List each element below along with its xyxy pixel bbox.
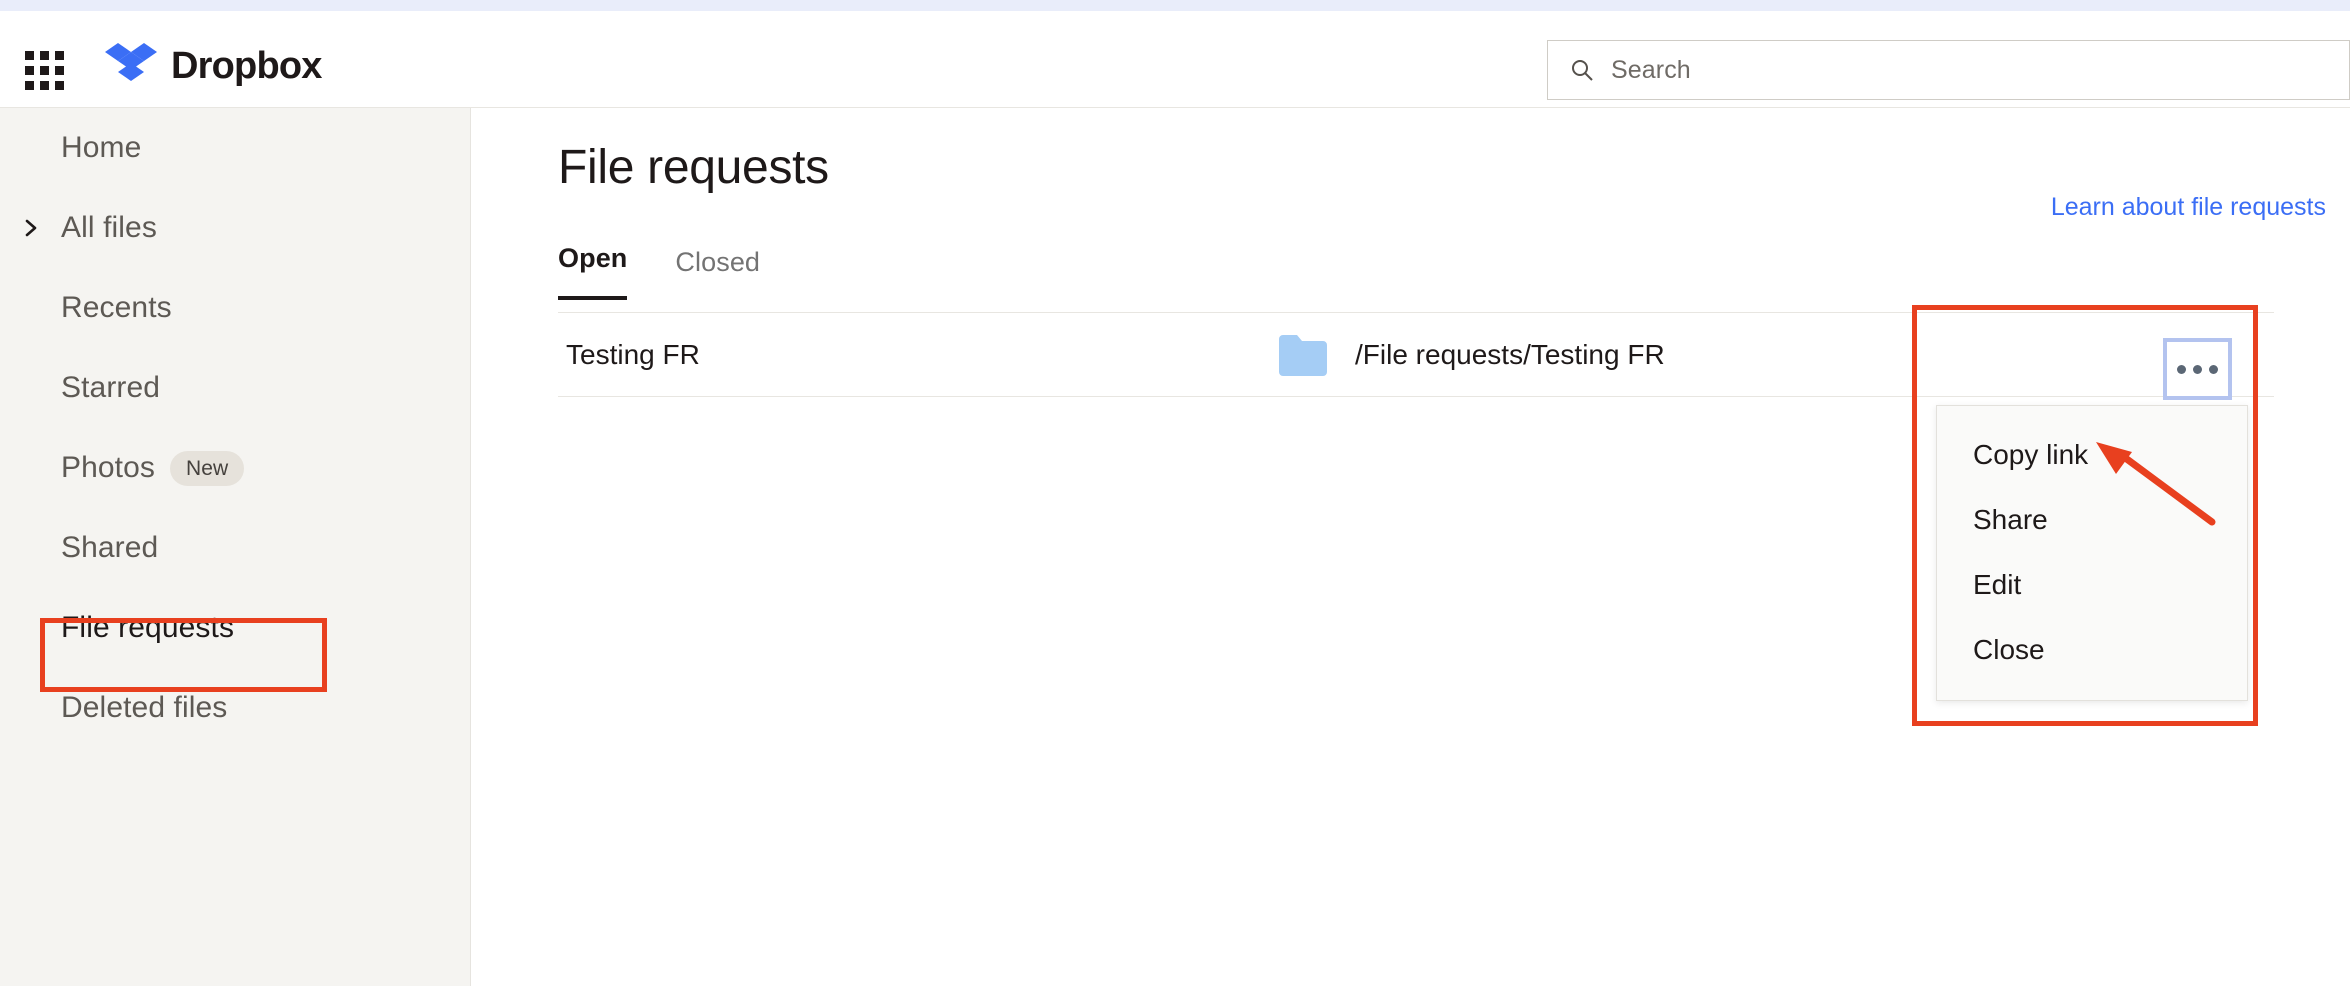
more-horizontal-icon [2209,364,2218,374]
sidebar-item-recents[interactable]: Recents [0,268,470,348]
menu-item-share[interactable]: Share [1937,487,2247,552]
sidebar-item-home[interactable]: Home [0,108,470,188]
more-horizontal-icon [2193,364,2202,374]
app-header: Dropbox Search [0,11,2350,108]
sidebar: Home All files Recents Starred Photos Ne… [0,108,471,986]
search-icon [1572,60,1593,81]
sidebar-item-label: File requests [61,611,235,644]
tab-bar: Open Closed [558,243,760,300]
sidebar-item-deleted-files[interactable]: Deleted files [0,668,470,748]
more-horizontal-icon [2177,364,2186,374]
dropbox-logo-icon [105,43,157,81]
apps-grid-icon[interactable] [25,51,65,91]
tab-open[interactable]: Open [558,243,628,300]
tab-closed[interactable]: Closed [675,247,760,300]
sidebar-item-label: Shared [61,531,159,564]
table-row[interactable]: Testing FR /File requests/Testing FR 1 S… [558,313,2274,397]
learn-about-file-requests-link[interactable]: Learn about file requests [2051,193,2326,222]
menu-item-edit[interactable]: Edit [1937,552,2247,617]
folder-icon [1279,334,1327,376]
sidebar-item-shared[interactable]: Shared [0,508,470,588]
dropbox-wordmark: Dropbox [171,45,322,87]
sidebar-item-label: Home [61,131,142,164]
row-more-options-button[interactable] [2163,338,2232,400]
page-title: File requests [558,141,829,194]
top-accent-strip [0,0,2350,11]
menu-item-copy-link[interactable]: Copy link [1937,422,2247,487]
menu-item-close[interactable]: Close [1937,617,2247,682]
sidebar-item-label: Recents [61,291,172,324]
sidebar-item-label: Deleted files [61,691,228,724]
sidebar-item-label: Photos [61,451,155,484]
submitters-stat: 1 Submitter [2345,324,2350,385]
submitters-count: 1 [2345,324,2350,355]
search-placeholder: Search [1611,55,1691,84]
sidebar-item-photos[interactable]: Photos New [0,428,470,508]
request-path: /File requests/Testing FR [1355,338,1665,370]
sidebar-item-file-requests[interactable]: File requests [0,588,470,668]
dropbox-logo[interactable]: Dropbox [105,41,322,91]
row-context-menu: Copy link Share Edit Close [1936,405,2248,701]
sidebar-item-label: Starred [61,371,161,404]
search-input[interactable]: Search [1547,40,2350,100]
sidebar-item-label: All files [61,211,157,244]
chevron-right-icon[interactable] [20,217,42,239]
sidebar-item-starred[interactable]: Starred [0,348,470,428]
sidebar-item-all-files[interactable]: All files [0,188,470,268]
submitters-label: Submitter [2345,355,2350,385]
request-name: Testing FR [566,338,700,370]
new-badge: New [170,450,245,486]
